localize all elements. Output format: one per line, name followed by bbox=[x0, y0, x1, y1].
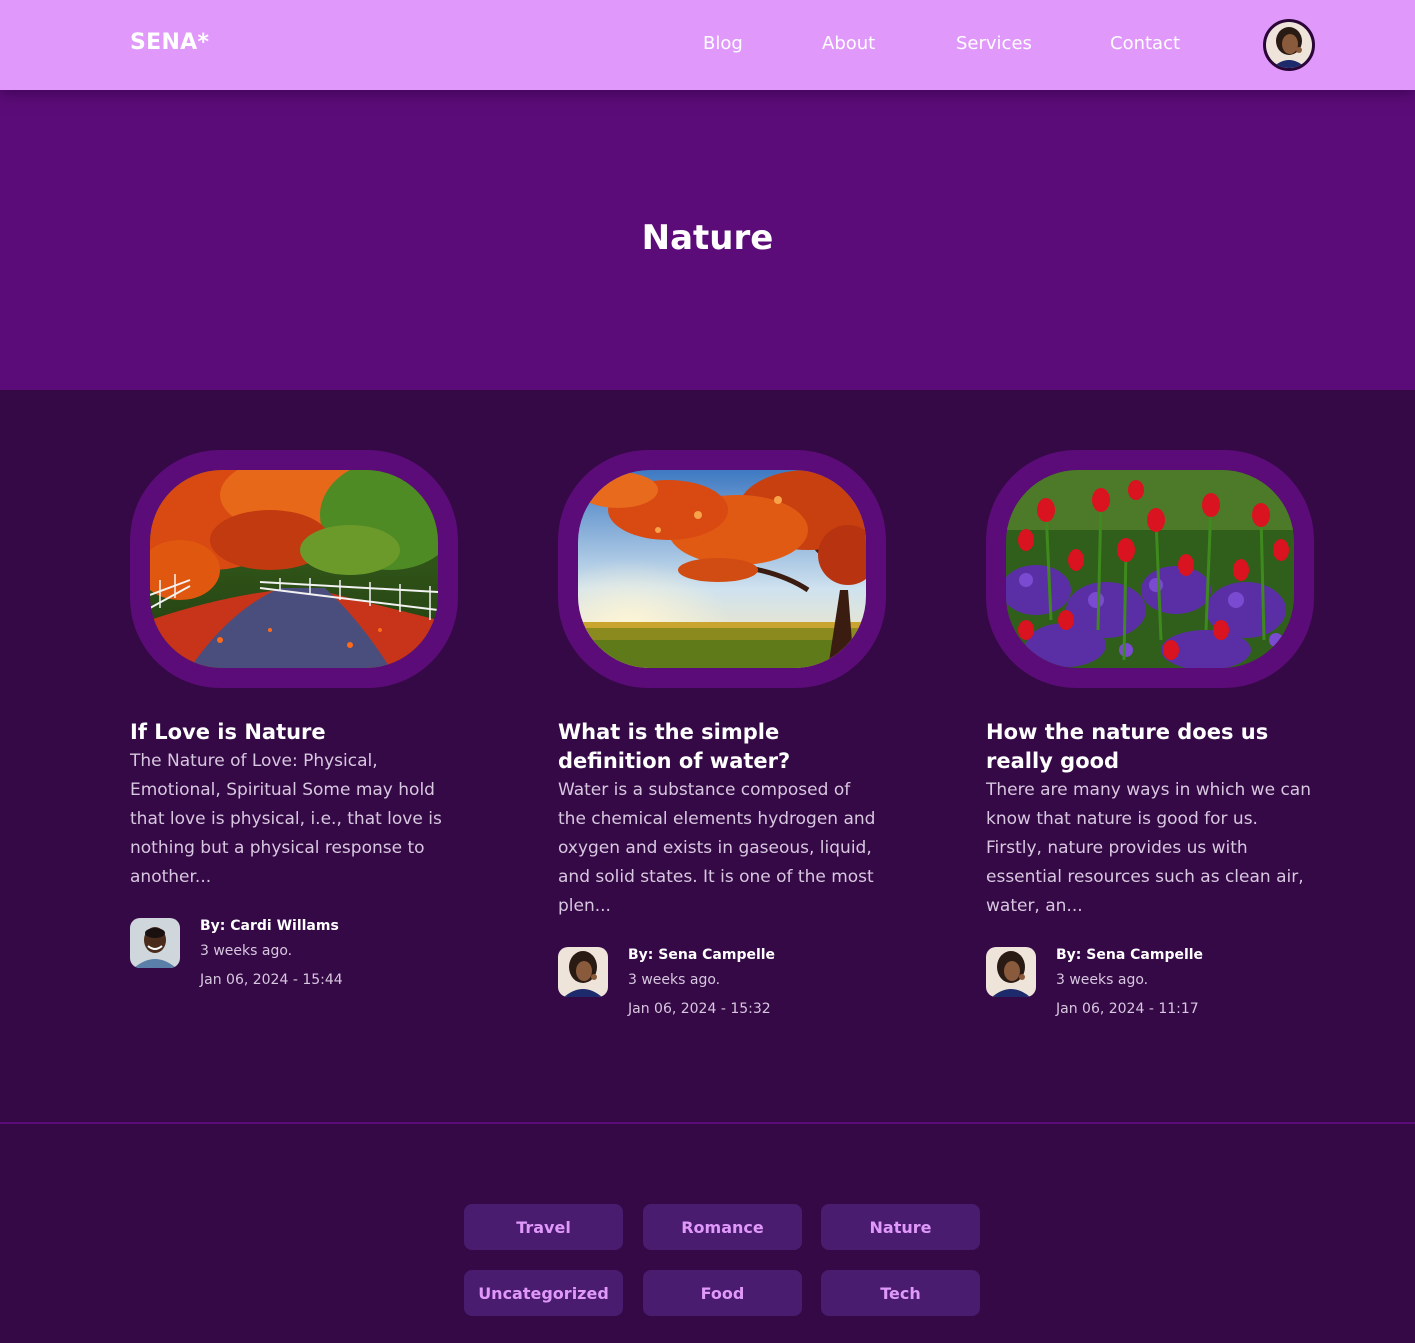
category-uncategorized[interactable]: Uncategorized bbox=[464, 1270, 623, 1316]
nav-link-blog[interactable]: Blog bbox=[703, 33, 743, 54]
post-card[interactable]: What is the simple definition of water? … bbox=[558, 450, 888, 1027]
author-name[interactable]: By: Sena Campelle bbox=[1056, 947, 1203, 963]
nav-link-services[interactable]: Services bbox=[956, 33, 1032, 54]
category-food[interactable]: Food bbox=[643, 1270, 802, 1316]
post-image-frame bbox=[130, 450, 458, 688]
post-date: Jan 06, 2024 - 15:32 bbox=[628, 1001, 771, 1017]
category-tech[interactable]: Tech bbox=[821, 1270, 980, 1316]
post-relative-time: 3 weeks ago. bbox=[200, 943, 293, 959]
post-image[interactable] bbox=[578, 470, 866, 668]
post-image[interactable] bbox=[150, 470, 438, 668]
user-avatar-image bbox=[1266, 22, 1312, 68]
post-date: Jan 06, 2024 - 15:44 bbox=[200, 972, 343, 988]
category-romance[interactable]: Romance bbox=[643, 1204, 802, 1250]
post-relative-time: 3 weeks ago. bbox=[1056, 972, 1149, 988]
post-image[interactable] bbox=[1006, 470, 1294, 668]
post-author: By: Sena Campelle 3 weeks ago. Jan 06, 2… bbox=[558, 947, 888, 1027]
author-avatar bbox=[986, 947, 1036, 997]
post-excerpt: There are many ways in which we can know… bbox=[986, 780, 1311, 916]
author-avatar bbox=[130, 918, 180, 968]
page-title: Nature bbox=[641, 218, 774, 258]
navbar: SENA* Blog About Services Contact bbox=[0, 0, 1415, 90]
post-relative-time: 3 weeks ago. bbox=[628, 972, 721, 988]
post-author: By: Cardi Willams 3 weeks ago. Jan 06, 2… bbox=[130, 918, 460, 998]
post-author: By: Sena Campelle 3 weeks ago. Jan 06, 2… bbox=[986, 947, 1316, 1027]
footer-divider bbox=[0, 1122, 1415, 1124]
author-name[interactable]: By: Sena Campelle bbox=[628, 947, 775, 963]
post-card[interactable]: If Love is Nature The Nature of Love: Ph… bbox=[130, 450, 460, 998]
user-avatar[interactable] bbox=[1263, 19, 1315, 71]
post-image-frame bbox=[558, 450, 886, 688]
post-title[interactable]: What is the simple definition of water? bbox=[558, 718, 883, 776]
nav-link-about[interactable]: About bbox=[822, 33, 875, 54]
post-card[interactable]: How the nature does us really good There… bbox=[986, 450, 1316, 1027]
category-travel[interactable]: Travel bbox=[464, 1204, 623, 1250]
post-image-frame bbox=[986, 450, 1314, 688]
category-nature[interactable]: Nature bbox=[821, 1204, 980, 1250]
author-name[interactable]: By: Cardi Willams bbox=[200, 918, 339, 934]
post-excerpt: Water is a substance composed of the che… bbox=[558, 780, 876, 916]
post-title[interactable]: If Love is Nature bbox=[130, 718, 455, 747]
post-title[interactable]: How the nature does us really good bbox=[986, 718, 1311, 776]
site-logo[interactable]: SENA* bbox=[130, 30, 209, 55]
author-avatar bbox=[558, 947, 608, 997]
post-excerpt: The Nature of Love: Physical, Emotional,… bbox=[130, 751, 442, 887]
nav-link-contact[interactable]: Contact bbox=[1110, 33, 1180, 54]
post-date: Jan 06, 2024 - 11:17 bbox=[1056, 1001, 1199, 1017]
